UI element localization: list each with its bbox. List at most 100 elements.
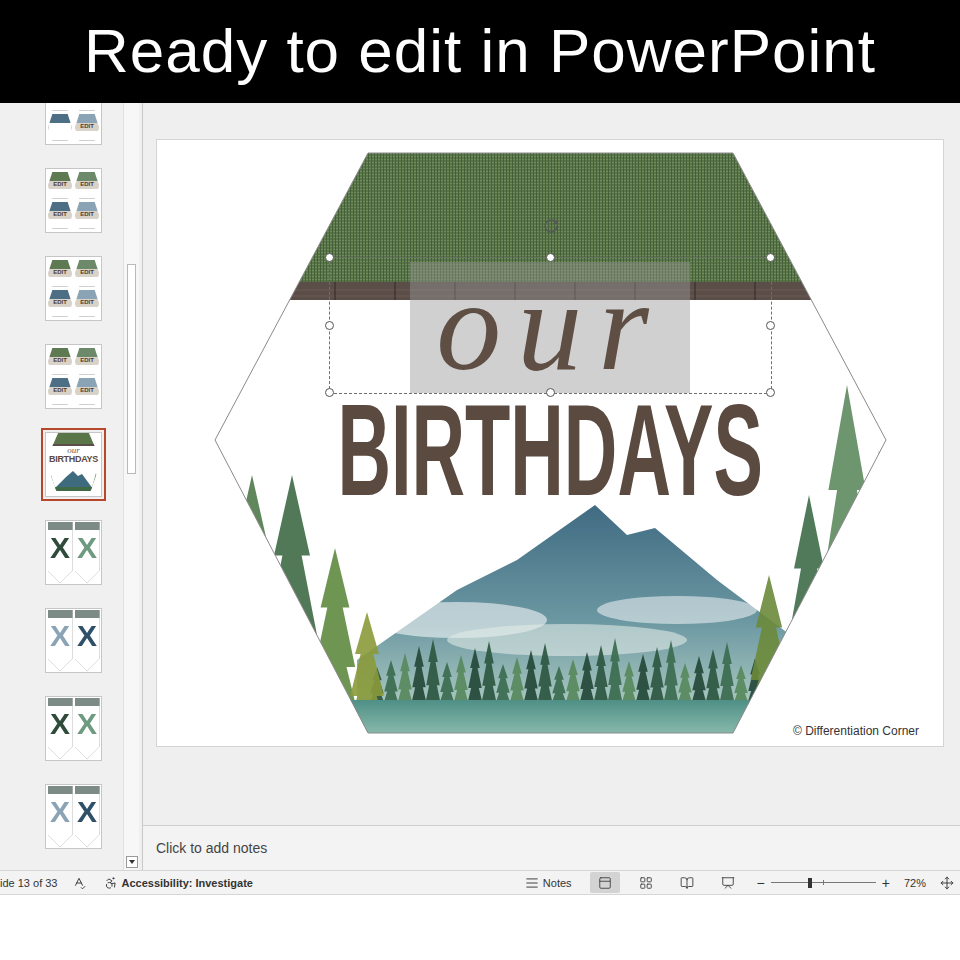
banner-piece: EDIT (48, 378, 72, 405)
view-button[interactable] (713, 872, 743, 893)
banner-piece-label: EDIT (75, 211, 99, 219)
pennant-letter: X (50, 618, 70, 654)
banner-piece-label: EDIT (75, 123, 99, 131)
pennant-shape: X (48, 522, 73, 583)
banner-piece-label: EDIT (75, 357, 99, 365)
banner-piece: EDIT (75, 378, 99, 405)
pennant: X (75, 610, 100, 672)
pennant-shape: X (75, 522, 100, 583)
script-title[interactable]: our (436, 264, 665, 388)
pennant-shape: X (75, 610, 100, 671)
resize-handle[interactable] (766, 388, 775, 397)
accessibility-button[interactable]: Accessibility: Investigate (100, 874, 257, 892)
pennant: X (48, 522, 73, 584)
slide-thumbnail[interactable]: XX (45, 784, 102, 849)
spellcheck-icon[interactable] (72, 876, 86, 890)
banner-piece (48, 103, 72, 111)
view-buttons (590, 872, 743, 893)
banner-piece: EDIT (48, 202, 72, 229)
rotate-icon[interactable] (543, 218, 559, 234)
pennant-letter: X (50, 530, 70, 566)
slide-thumbnail[interactable]: EDITEDITEDITEDIT (45, 168, 102, 233)
notes-pane[interactable]: Click to add notes (143, 825, 960, 870)
pennant-letter: X (77, 794, 97, 830)
view-button[interactable] (672, 872, 702, 893)
status-bar: ide 13 of 33Accessibility: Investigate No… (0, 870, 960, 895)
script-title-box[interactable]: our (329, 257, 772, 394)
slide-thumbnail[interactable]: EDITEDITEDITEDIT (45, 344, 102, 409)
pennant: X (48, 786, 73, 848)
resize-handle[interactable] (546, 253, 555, 262)
resize-handle[interactable] (325, 321, 334, 330)
slide-thumbnail[interactable]: EDITEDITEDITEDIT (45, 256, 102, 321)
burlap-band (46, 433, 101, 446)
resize-handle[interactable] (766, 253, 775, 262)
banner-piece: EDIT (48, 260, 72, 287)
pennant-letter: X (77, 706, 97, 742)
status-left: ide 13 of 33Accessibility: Investigate (0, 874, 257, 892)
pennant-letter: X (77, 530, 97, 566)
pennant-shape: X (75, 786, 100, 847)
slide-thumbnail[interactable]: XX (45, 608, 102, 673)
scrollbar-thumb[interactable] (127, 264, 136, 474)
slide-title[interactable]: BIRTHDAYS (337, 398, 762, 502)
banner-piece-label: EDIT (48, 211, 72, 219)
edit-grid: EDITEDITEDITEDIT (46, 345, 101, 408)
banner-piece (48, 114, 72, 141)
view-button[interactable] (590, 872, 620, 893)
bottom-fill (0, 895, 960, 960)
banner-piece: EDIT (48, 172, 72, 199)
notes-button[interactable]: Notes (521, 874, 576, 892)
slide-thumbnail[interactable]: ourBIRTHDAYS (45, 432, 102, 497)
banner-piece: EDIT (75, 348, 99, 375)
resize-handle[interactable] (325, 253, 334, 262)
banner-piece-label: EDIT (75, 269, 99, 277)
accessibility-icon (104, 876, 118, 890)
zoom-slider[interactable] (771, 877, 876, 889)
edit-grid: EDITEDITEDITEDIT (46, 169, 101, 232)
copyright[interactable]: © Differentiation Corner (793, 724, 919, 738)
view-button[interactable] (631, 872, 661, 893)
banner-piece-label: EDIT (48, 357, 72, 365)
banner-piece: EDIT (75, 114, 99, 141)
fit-slide-icon[interactable] (940, 876, 954, 890)
rotate-handle[interactable] (543, 218, 559, 234)
slide: ourBIRTHDAYS © Differentiation Corner (157, 140, 943, 746)
edit-area: ourBIRTHDAYS © Differentiation Corner (143, 103, 960, 825)
resize-handle[interactable] (325, 388, 334, 397)
slide-thumbnail[interactable]: XX (45, 696, 102, 761)
resize-handle[interactable] (546, 388, 555, 397)
resize-handle[interactable] (766, 321, 775, 330)
pennant-row: XX (46, 609, 101, 672)
banner: Ready to edit in PowerPoint (0, 0, 960, 103)
pennant: X (75, 522, 100, 584)
zoom-slider-thumb[interactable] (808, 878, 812, 888)
zoom-out-button[interactable]: − (757, 876, 765, 890)
pennant: X (48, 698, 73, 760)
pennant-row: XX (46, 785, 101, 848)
pennant-shape: X (48, 786, 73, 847)
banner-piece-label: EDIT (75, 387, 99, 395)
notes-label: Notes (543, 877, 572, 889)
scroll-down-icon[interactable] (126, 856, 138, 868)
scrollbar[interactable] (123, 103, 139, 870)
edit-grid: EDITEDITEDITEDIT (46, 257, 101, 320)
pennant: X (48, 610, 73, 672)
banner-piece-label: EDIT (48, 387, 72, 395)
powerpoint-workspace: EDITEDITEDITEDITEDITEDITEDITEDITEDITEDIT… (0, 103, 960, 870)
title-row: BIRTHDAYS (157, 398, 943, 502)
banner-piece: EDIT (75, 172, 99, 199)
zoom-reading[interactable]: 72% (904, 877, 926, 889)
banner-piece-label: EDIT (75, 181, 99, 189)
slide-thumbnail[interactable]: EDIT (45, 103, 102, 145)
pennant-shape: X (75, 698, 100, 759)
sorter-view-icon (639, 876, 653, 890)
edit-grid: EDIT (46, 103, 101, 144)
editor: ourBIRTHDAYS © Differentiation Corner Clic… (143, 103, 960, 870)
accessibility-label: Accessibility: Investigate (122, 877, 253, 889)
mountain-icon (46, 465, 101, 491)
pennant-row: XX (46, 697, 101, 760)
zoom-in-button[interactable]: + (882, 876, 890, 890)
banner-piece: EDIT (48, 290, 72, 317)
slide-thumbnail[interactable]: XX (45, 520, 102, 585)
